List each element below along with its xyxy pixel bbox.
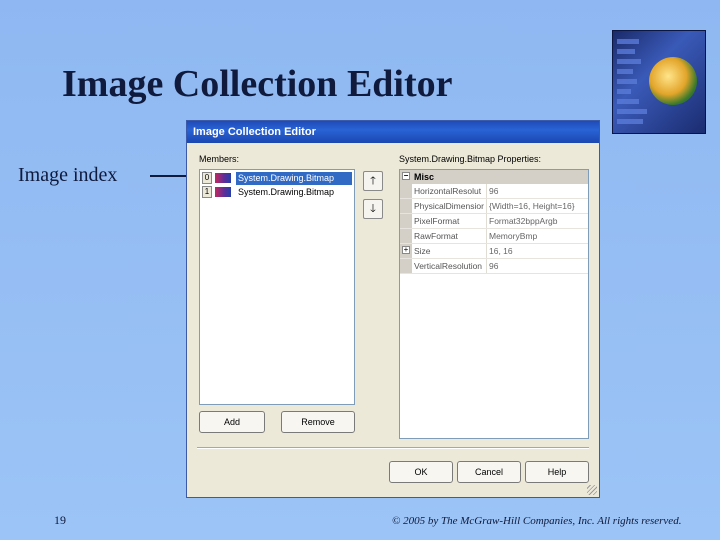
property-row[interactable]: VerticalResolution 96 bbox=[400, 259, 588, 274]
ok-button[interactable]: OK bbox=[389, 461, 453, 483]
property-value: Format32bppArgb bbox=[489, 216, 558, 226]
property-value: 96 bbox=[489, 186, 499, 196]
property-row[interactable]: + Size 16, 16 bbox=[400, 244, 588, 259]
slide-title: Image Collection Editor bbox=[62, 63, 453, 105]
member-label: System.Drawing.Bitmap bbox=[236, 172, 352, 185]
dialog-title[interactable]: Image Collection Editor bbox=[187, 121, 599, 143]
globe-logo-icon bbox=[612, 30, 706, 134]
move-down-button[interactable]: 🡓 bbox=[363, 199, 383, 219]
image-collection-editor-dialog: Image Collection Editor Members: 0 Syste… bbox=[186, 120, 600, 498]
members-label: Members: bbox=[199, 154, 240, 164]
property-value: MemoryBmp bbox=[489, 231, 538, 241]
list-item[interactable]: 1 System.Drawing.Bitmap bbox=[202, 186, 352, 199]
expand-icon[interactable]: + bbox=[402, 246, 410, 254]
property-grid[interactable]: − Misc HorizontalResolut 96 PhysicalDime… bbox=[399, 169, 589, 439]
help-button[interactable]: Help bbox=[525, 461, 589, 483]
resize-grip-icon[interactable] bbox=[587, 485, 597, 495]
property-name: VerticalResolution bbox=[414, 259, 487, 273]
arrow-up-icon: 🡑 bbox=[370, 175, 376, 187]
property-row[interactable]: PixelFormat Format32bppArgb bbox=[400, 214, 588, 229]
category-label: Misc bbox=[414, 172, 435, 182]
bitmap-thumbnail-icon bbox=[215, 187, 231, 197]
property-value: {Width=16, Height=16} bbox=[489, 201, 575, 211]
list-item[interactable]: 0 System.Drawing.Bitmap bbox=[202, 172, 352, 185]
remove-button[interactable]: Remove bbox=[281, 411, 355, 433]
divider bbox=[197, 447, 589, 449]
property-value: 96 bbox=[489, 261, 499, 271]
move-up-button[interactable]: 🡑 bbox=[363, 171, 383, 191]
page-number: 19 bbox=[54, 513, 66, 527]
category-misc[interactable]: − Misc bbox=[400, 170, 588, 184]
properties-label: System.Drawing.Bitmap Properties: bbox=[399, 154, 542, 164]
property-name: RawFormat bbox=[414, 229, 487, 243]
property-name: HorizontalResolut bbox=[414, 184, 487, 198]
property-row[interactable]: PhysicalDimensior {Width=16, Height=16} bbox=[400, 199, 588, 214]
image-index-annotation: Image index bbox=[18, 164, 118, 186]
property-name: PhysicalDimensior bbox=[414, 199, 487, 213]
property-name: PixelFormat bbox=[414, 214, 487, 228]
members-list[interactable]: 0 System.Drawing.Bitmap 1 System.Drawing… bbox=[199, 169, 355, 405]
image-index-badge: 1 bbox=[202, 186, 212, 198]
property-value: 16, 16 bbox=[489, 246, 513, 256]
arrow-down-icon: 🡓 bbox=[370, 203, 376, 215]
member-label: System.Drawing.Bitmap bbox=[238, 187, 335, 197]
cancel-button[interactable]: Cancel bbox=[457, 461, 521, 483]
collapse-icon[interactable]: − bbox=[402, 172, 410, 180]
property-name: Size bbox=[414, 244, 487, 258]
property-row[interactable]: HorizontalResolut 96 bbox=[400, 184, 588, 199]
add-button[interactable]: Add bbox=[199, 411, 265, 433]
annotation-arrow-icon bbox=[150, 171, 194, 181]
image-index-badge: 0 bbox=[202, 172, 212, 184]
bitmap-thumbnail-icon bbox=[215, 173, 231, 183]
property-row[interactable]: RawFormat MemoryBmp bbox=[400, 229, 588, 244]
copyright-notice: © 2005 by The McGraw-Hill Companies, Inc… bbox=[392, 515, 682, 527]
